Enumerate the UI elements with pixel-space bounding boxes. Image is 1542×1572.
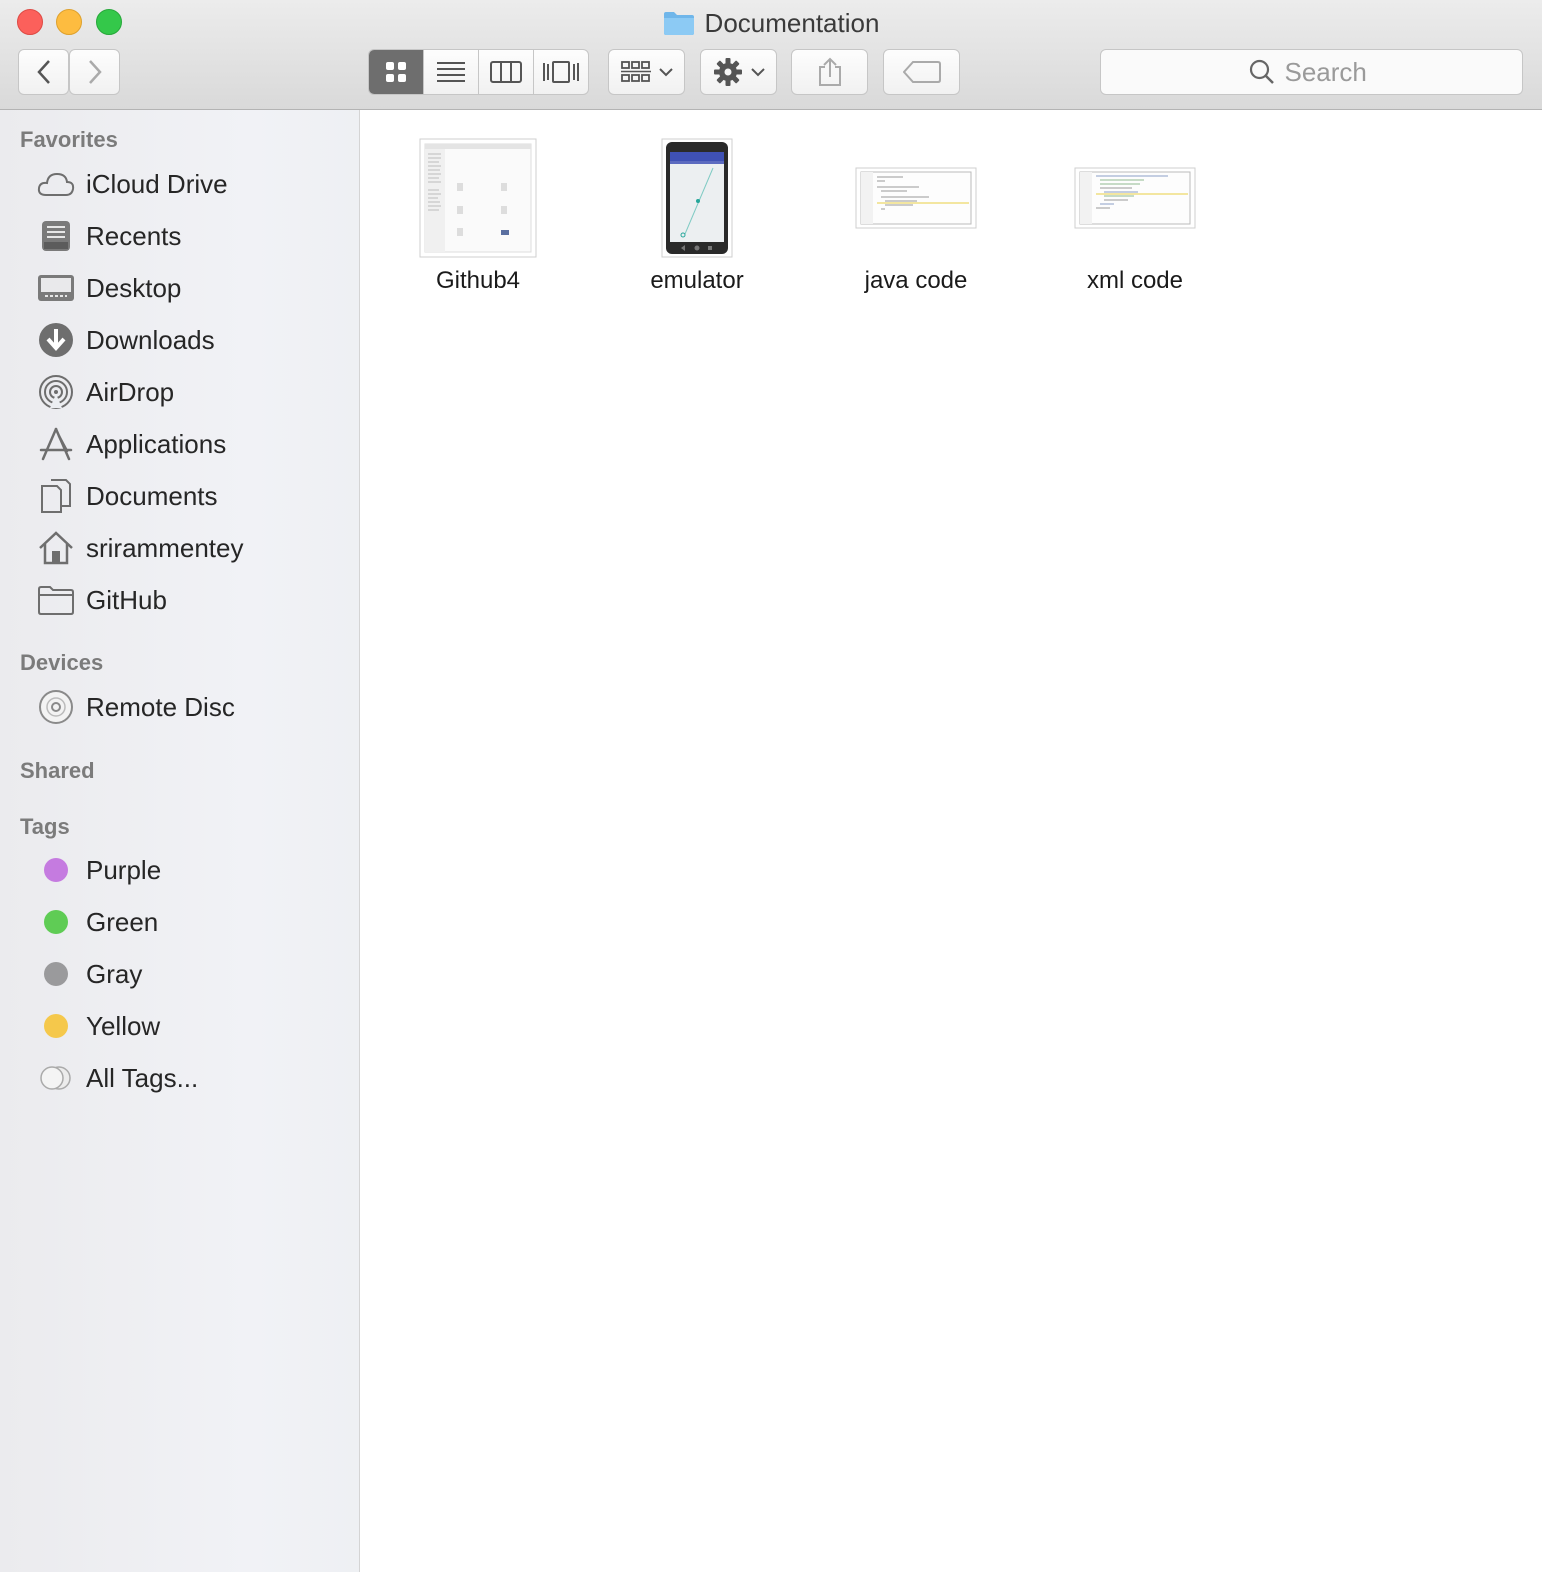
- share-icon: [818, 57, 841, 86]
- search-input[interactable]: [1284, 56, 1375, 88]
- sidebar-item-label: GitHub: [86, 584, 167, 615]
- sidebar: Favorites iCloud Drive Recents Desktop D…: [0, 110, 360, 1572]
- airdrop-icon: [36, 372, 76, 412]
- home-icon: [36, 528, 76, 568]
- all-tags-icon: [36, 1058, 76, 1098]
- sidebar-item-label: Green: [86, 906, 159, 937]
- chevron-right-icon: [88, 60, 102, 84]
- sidebar-tag-gray[interactable]: Gray: [0, 950, 359, 998]
- icon-view-button[interactable]: [369, 50, 424, 94]
- sidebar-item-label: Desktop: [86, 272, 182, 303]
- folder-icon: [663, 12, 694, 35]
- shared-heading[interactable]: Shared: [20, 758, 95, 784]
- sidebar-item-label: Applications: [86, 428, 227, 459]
- columns-icon: [490, 61, 522, 83]
- tag-color-dot: [36, 1006, 76, 1046]
- file-item[interactable]: Github4: [378, 110, 578, 310]
- sidebar-item-applications[interactable]: Applications: [0, 420, 359, 468]
- code-screenshot-thumbnail-icon: [1074, 167, 1196, 229]
- sidebar-item-documents[interactable]: Documents: [0, 472, 359, 520]
- column-view-button[interactable]: [479, 50, 534, 94]
- sidebar-item-label: Recents: [86, 220, 182, 251]
- file-item[interactable]: java code: [816, 110, 1016, 310]
- sidebar-item-label: Downloads: [86, 324, 215, 355]
- favorites-heading: Favorites: [20, 127, 118, 152]
- sidebar-item-label: Gray: [86, 958, 143, 989]
- back-button[interactable]: [18, 49, 69, 95]
- sidebar-item-label: Remote Disc: [86, 691, 235, 722]
- file-item[interactable]: xml code: [1035, 110, 1235, 310]
- sidebar-item-downloads[interactable]: Downloads: [0, 316, 359, 364]
- list-icon: [437, 62, 465, 82]
- grid-icon: [386, 62, 406, 82]
- phone-screenshot-thumbnail-icon: [661, 138, 733, 258]
- code-screenshot-thumbnail-icon: [855, 167, 977, 229]
- downloads-icon: [36, 320, 76, 360]
- cover-flow-icon: [543, 61, 579, 83]
- window-title: Documentation: [0, 6, 1542, 40]
- tags-heading: Tags: [20, 814, 70, 839]
- folder-icon: [36, 580, 76, 620]
- search-icon: [1249, 59, 1274, 84]
- screenshot-thumbnail-icon: [419, 138, 537, 258]
- list-view-button[interactable]: [424, 50, 479, 94]
- file-name: Github4: [435, 267, 521, 294]
- file-browser-area: Github4 emulator java code xml code: [361, 110, 1542, 1572]
- sidebar-item-home[interactable]: srirammentey: [0, 524, 359, 572]
- tag-color-dot: [36, 850, 76, 890]
- file-name: java code: [864, 267, 968, 294]
- sidebar-item-icloud-drive[interactable]: iCloud Drive: [0, 160, 359, 208]
- sidebar-item-remote-disc[interactable]: Remote Disc: [0, 683, 359, 731]
- applications-icon: [36, 424, 76, 464]
- sidebar-item-label: Documents: [86, 480, 218, 511]
- action-menu-button[interactable]: [700, 49, 777, 95]
- arrange-menu-button[interactable]: [608, 49, 685, 95]
- sidebar-item-github[interactable]: GitHub: [0, 576, 359, 624]
- file-name: emulator: [650, 267, 744, 294]
- view-mode-control: [368, 49, 589, 95]
- sidebar-tag-purple[interactable]: Purple: [0, 846, 359, 894]
- file-item[interactable]: emulator: [597, 110, 797, 310]
- desktop-icon: [36, 268, 76, 308]
- sidebar-item-label: Yellow: [86, 1010, 161, 1041]
- sidebar-item-label: AirDrop: [86, 376, 175, 407]
- window-title-text: Documentation: [704, 7, 880, 38]
- disc-icon: [36, 687, 76, 727]
- cloud-icon: [36, 164, 76, 204]
- tag-color-dot: [36, 954, 76, 994]
- share-button[interactable]: [791, 49, 868, 95]
- sidebar-item-desktop[interactable]: Desktop: [0, 264, 359, 312]
- toolbar: Documentation: [0, 0, 1542, 110]
- sidebar-item-label: srirammentey: [86, 532, 244, 563]
- search-field[interactable]: [1100, 49, 1523, 95]
- tag-color-dot: [36, 902, 76, 942]
- sidebar-tag-green[interactable]: Green: [0, 898, 359, 946]
- tag-icon: [902, 61, 941, 83]
- sidebar-tag-all-tags[interactable]: All Tags...: [0, 1054, 359, 1102]
- sidebar-item-label: Purple: [86, 854, 162, 885]
- documents-icon: [36, 476, 76, 516]
- sidebar-item-label: iCloud Drive: [86, 168, 228, 199]
- sidebar-item-recents[interactable]: Recents: [0, 212, 359, 260]
- chevron-left-icon: [36, 60, 50, 84]
- cover-flow-view-button[interactable]: [534, 50, 588, 94]
- gear-icon: [713, 58, 742, 86]
- recents-icon: [36, 216, 76, 256]
- devices-heading: Devices: [20, 650, 104, 675]
- forward-button[interactable]: [69, 49, 120, 95]
- edit-tags-button[interactable]: [883, 49, 960, 95]
- sidebar-item-airdrop[interactable]: AirDrop: [0, 368, 359, 416]
- chevron-down-icon: [750, 68, 765, 77]
- arrange-grid-icon: [620, 61, 651, 82]
- chevron-down-icon: [658, 68, 673, 77]
- sidebar-item-label: All Tags...: [86, 1062, 199, 1093]
- finder-window: Documentation Search Favorites iCloud Dr…: [0, 0, 1542, 1572]
- file-name: xml code: [1086, 267, 1184, 294]
- sidebar-tag-yellow[interactable]: Yellow: [0, 1002, 359, 1050]
